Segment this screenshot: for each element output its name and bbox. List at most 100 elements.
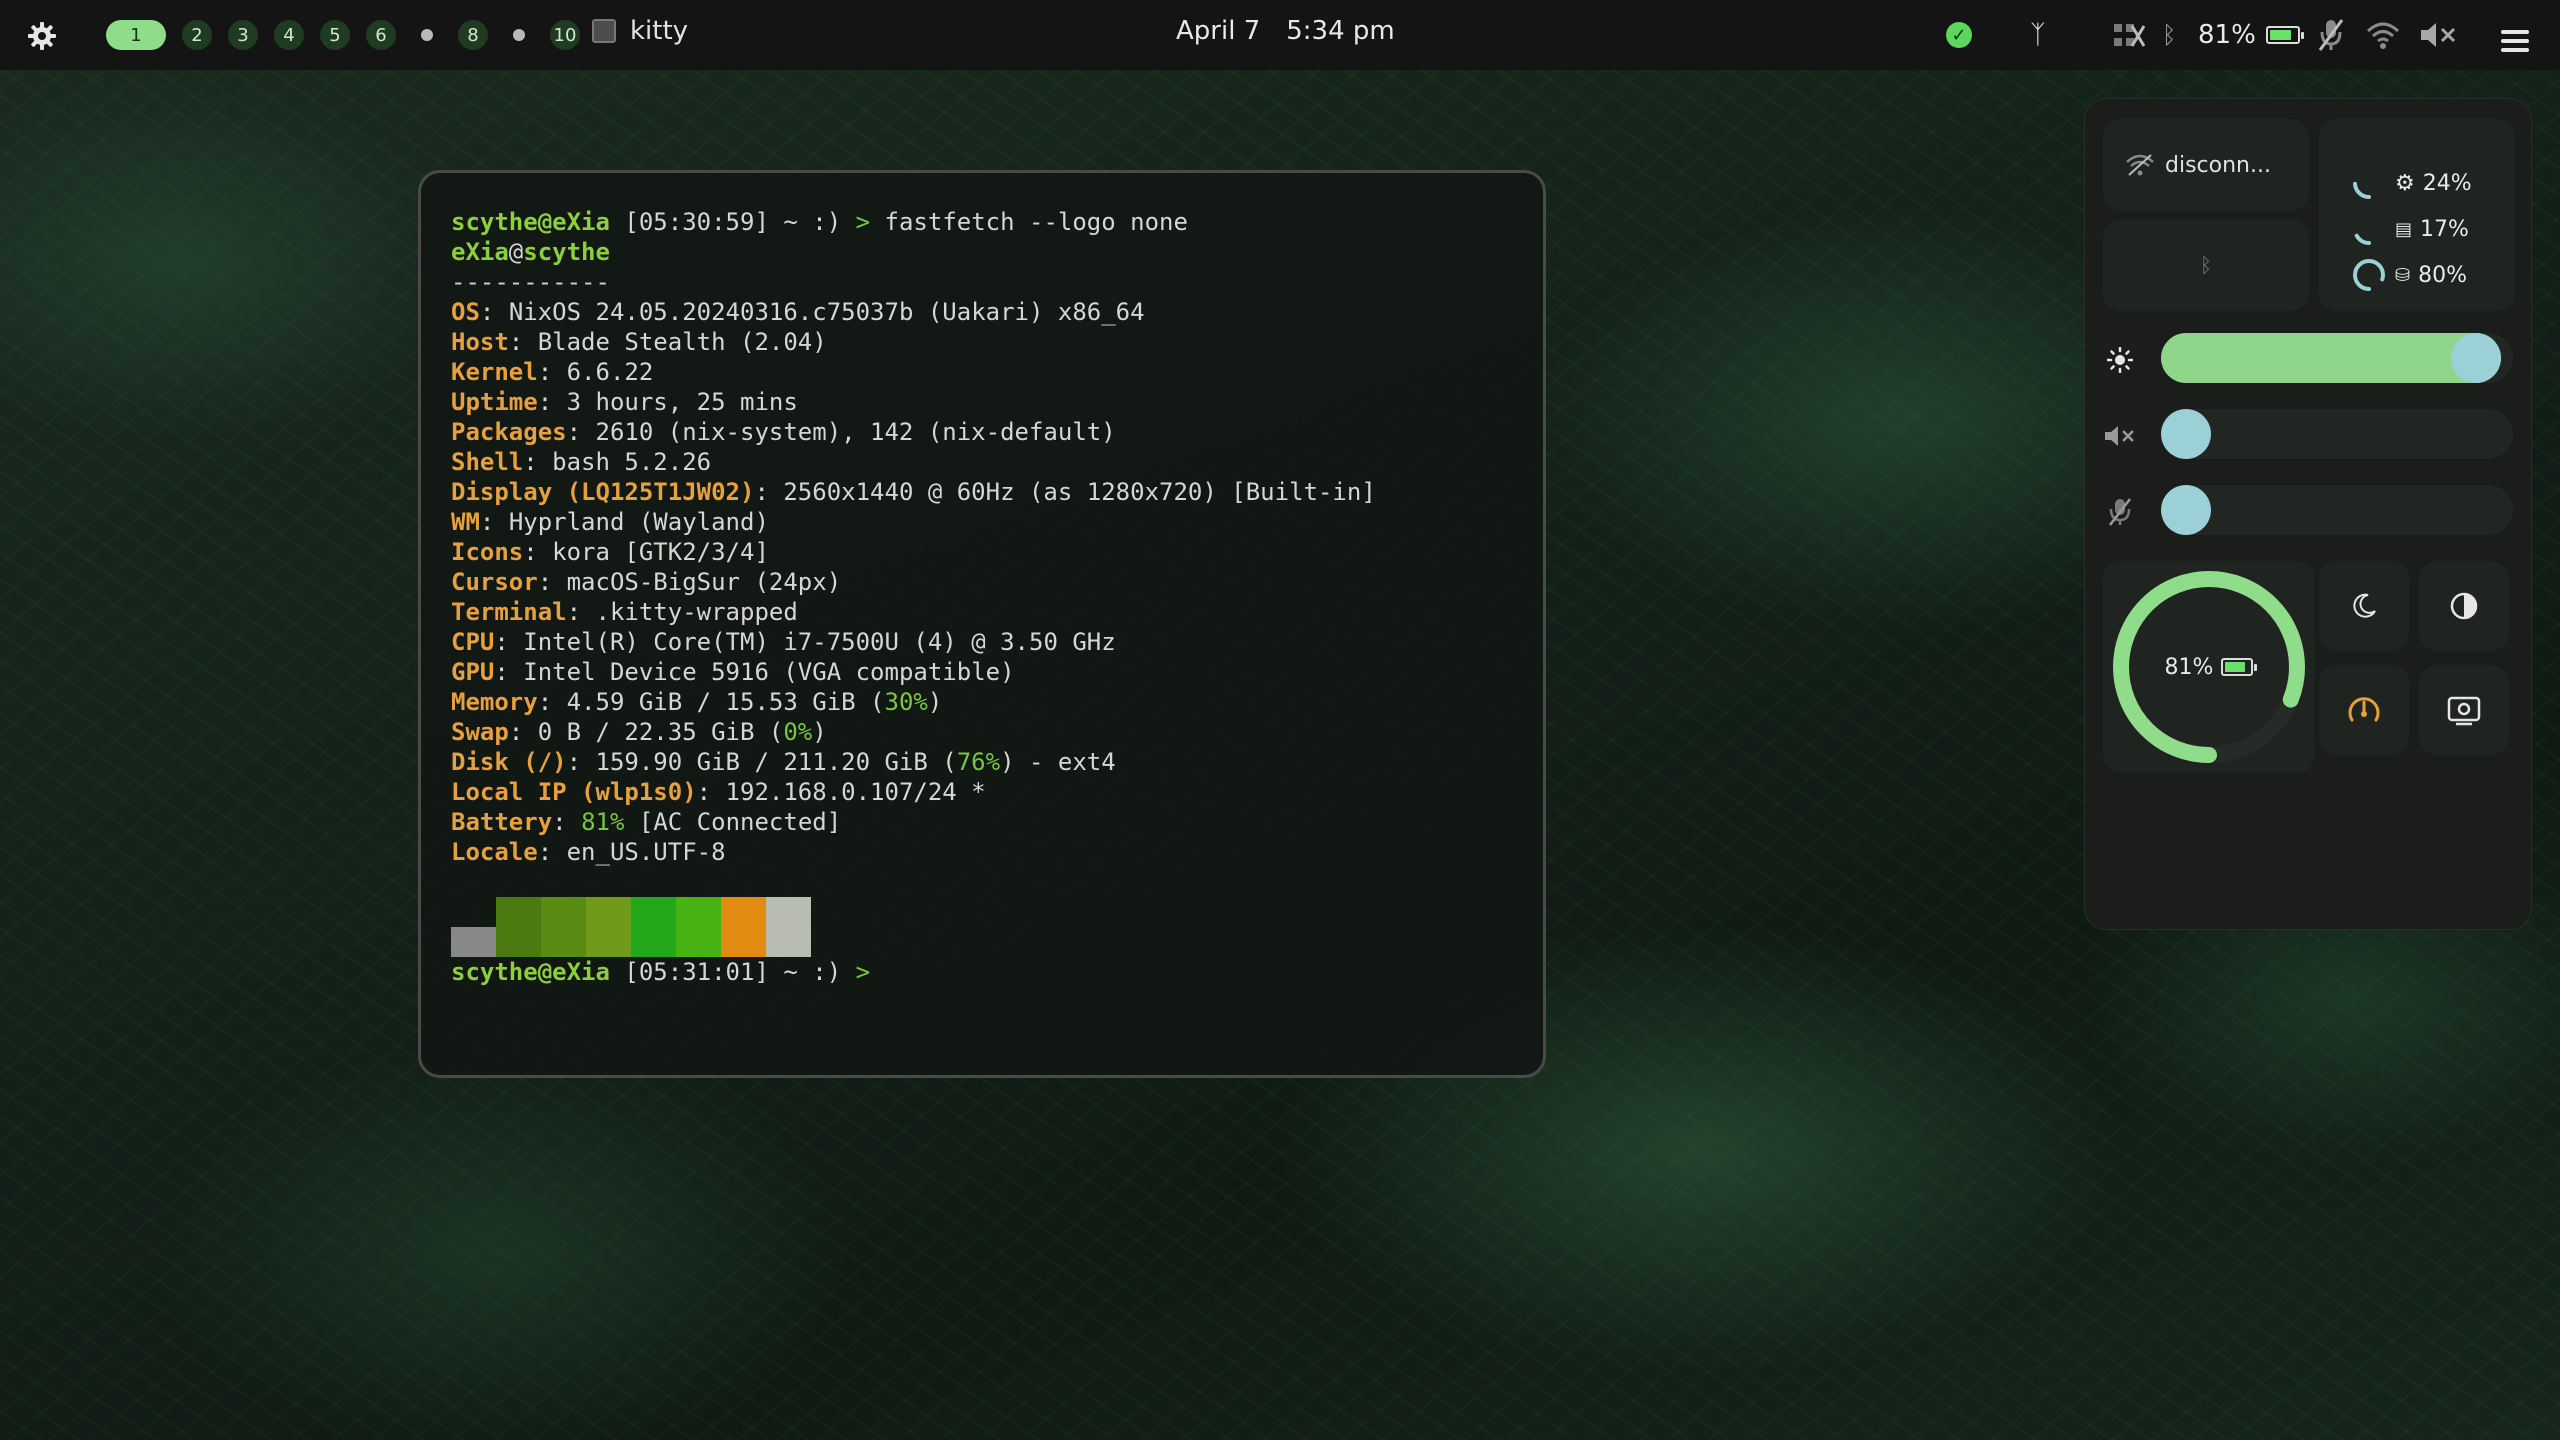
workspace-label: 4 <box>283 24 295 46</box>
update-status-icon[interactable]: ✓ <box>1946 14 1972 56</box>
network-disconnected-icon[interactable] <box>2112 14 2146 56</box>
palette-swatch <box>676 897 721 957</box>
prompt-line-2: scythe@eXia [05:31:01] ~ :) > <box>451 957 1543 987</box>
gear-icon[interactable] <box>26 20 58 52</box>
info-key: Icons <box>451 538 524 566</box>
disk-percent: 80% <box>2418 262 2467 288</box>
brightness-fill <box>2161 333 2501 383</box>
memory-icon: ▤ <box>2395 218 2413 240</box>
palette-swatch <box>451 927 496 957</box>
prompt-user: scythe@eXia <box>451 958 610 986</box>
workspace-3[interactable]: 3 <box>228 20 258 50</box>
info-line: Cursor: macOS-BigSur (24px) <box>451 568 842 596</box>
info-value: [AC Connected] <box>624 808 842 836</box>
info-line: Icons: kora [GTK2/3/4] <box>451 538 769 566</box>
info-value: macOS-BigSur (24px) <box>566 568 842 596</box>
info-line: Packages: 2610 (nix-system), 142 (nix-de… <box>451 418 1116 446</box>
workspace-label: 2 <box>191 24 203 46</box>
info-key: Memory <box>451 688 538 716</box>
workspace-7[interactable] <box>412 20 442 50</box>
info-key: Terminal <box>451 598 567 626</box>
brightness-slider[interactable] <box>2161 333 2513 383</box>
kitty-terminal-window[interactable]: scythe@eXia [05:30:59] ~ :) > fastfetch … <box>418 170 1546 1078</box>
info-percent: 81% <box>581 808 625 836</box>
separator-line: ----------- <box>451 268 610 296</box>
color-palette <box>451 897 1543 957</box>
workspace-2[interactable]: 2 <box>182 20 212 50</box>
workspace-9[interactable] <box>504 20 534 50</box>
fetch-info: OS: NixOS 24.05.20240316.c75037b (Uakari… <box>451 297 1543 867</box>
prompt-line: scythe@eXia [05:30:59] ~ :) > fastfetch … <box>451 207 1543 237</box>
workspace-label: 10 <box>553 24 577 46</box>
info-line: Local IP (wlp1s0): 192.168.0.107/24 * <box>451 778 986 806</box>
info-value: Intel(R) Core(TM) i7-7500U (4) @ 3.50 GH… <box>523 628 1116 656</box>
mic-slider-row <box>2103 477 2515 539</box>
workspace-8[interactable]: 8 <box>458 20 488 50</box>
info-line: GPU: Intel Device 5916 (VGA compatible) <box>451 658 1015 686</box>
clock[interactable]: April 7 5:34 pm <box>1176 16 1395 46</box>
info-value: Blade Stealth (2.04) <box>537 328 827 356</box>
info-key: OS <box>451 298 480 326</box>
workspace-label: 1 <box>130 24 142 46</box>
night-mode-button[interactable] <box>2319 561 2409 651</box>
moon-icon <box>2353 593 2376 618</box>
ram-stat: ▤ 17% <box>2351 211 2469 247</box>
brightness-knob[interactable] <box>2451 333 2501 383</box>
dark-mode-button[interactable] <box>2419 561 2509 651</box>
microphone-knob[interactable] <box>2161 485 2211 535</box>
info-key: Packages <box>451 418 567 446</box>
info-value: en_US.UTF-8 <box>566 838 726 866</box>
microphone-muted-icon[interactable] <box>2103 495 2137 529</box>
workspace-5[interactable]: 5 <box>320 20 350 50</box>
info-key: CPU <box>451 628 495 656</box>
battery-gauge-label: 81% <box>2103 561 2315 773</box>
clock-time: 5:34 pm <box>1286 16 1395 46</box>
bluetooth-toggle[interactable]: ᛒ <box>2103 219 2309 311</box>
workspace-6[interactable]: 6 <box>366 20 396 50</box>
volume-muted-icon[interactable] <box>2418 14 2458 56</box>
bluetooth-icon[interactable]: ᛒ <box>2162 14 2176 56</box>
microphone-muted-icon[interactable] <box>2316 14 2346 56</box>
window-title: kitty <box>630 16 689 46</box>
info-value: 159.90 GiB / 211.20 GiB ( <box>595 748 957 776</box>
info-value: Hyprland (Wayland) <box>508 508 769 536</box>
prompt-path: ~ :) <box>783 208 842 236</box>
workspace-label: 8 <box>467 24 479 46</box>
microphone-slider[interactable] <box>2161 485 2513 535</box>
volume-slider-row <box>2103 401 2515 463</box>
workspace-10[interactable]: 10 <box>550 20 580 50</box>
kde-connect-icon[interactable]: ᛉ <box>2030 14 2046 56</box>
volume-muted-icon[interactable] <box>2103 419 2137 453</box>
info-value: ) <box>927 688 943 716</box>
info-key: Battery <box>451 808 553 836</box>
workspace-label: 5 <box>329 24 341 46</box>
volume-knob[interactable] <box>2161 409 2211 459</box>
info-key: GPU <box>451 658 495 686</box>
cpu-ring <box>2353 167 2385 199</box>
wifi-toggle[interactable]: disconn... <box>2103 119 2309 211</box>
active-window: kitty <box>592 16 688 46</box>
menu-icon[interactable] <box>2500 20 2530 62</box>
info-percent: 0% <box>783 718 813 746</box>
wifi-icon[interactable] <box>2366 14 2400 56</box>
prompt-path: ~ :) <box>783 958 842 986</box>
volume-slider[interactable] <box>2161 409 2513 459</box>
host-name: scythe <box>523 238 610 266</box>
workspace-4[interactable]: 4 <box>274 20 304 50</box>
info-key: Locale <box>451 838 538 866</box>
contrast-icon <box>2450 592 2478 620</box>
info-line: WM: Hyprland (Wayland) <box>451 508 769 536</box>
prompt-time: [05:31:01] <box>624 958 769 986</box>
cpu-percent: 24% <box>2422 170 2472 196</box>
info-line: Kernel: 6.6.22 <box>451 358 654 386</box>
battery-indicator[interactable]: 81% <box>2198 14 2304 56</box>
workspace-1[interactable]: 1 <box>106 20 166 50</box>
info-line: OS: NixOS 24.05.20240316.c75037b (Uakari… <box>451 298 1145 326</box>
info-value: 6.6.22 <box>566 358 654 386</box>
screenshot-button[interactable] <box>2419 665 2509 755</box>
info-line: Battery: 81% [AC Connected] <box>451 808 842 836</box>
ram-ring <box>2353 213 2385 245</box>
power-profile-button[interactable] <box>2319 665 2409 755</box>
palette-swatch <box>631 897 676 957</box>
ram-percent: 17% <box>2420 216 2469 242</box>
